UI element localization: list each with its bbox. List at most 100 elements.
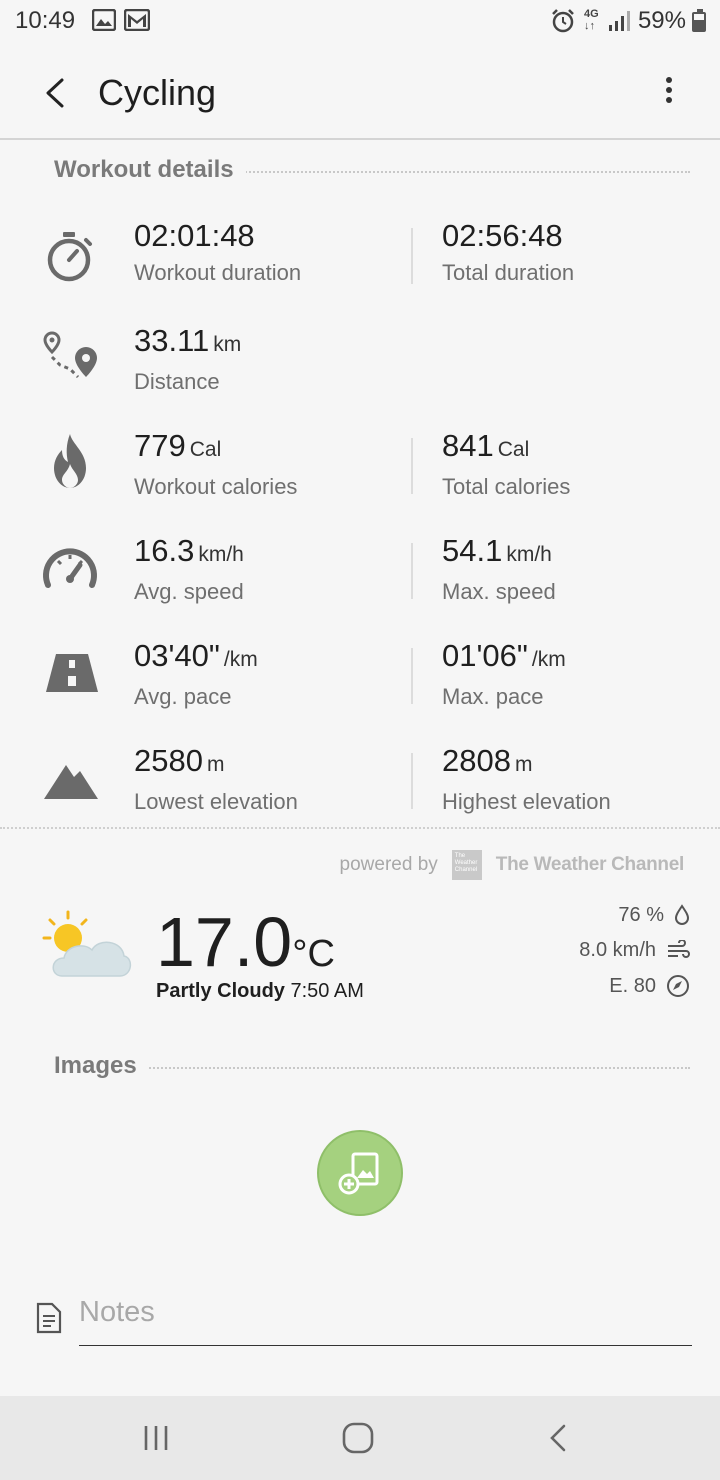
wind-direction: E. 80 — [609, 971, 690, 1001]
metric-unit: m — [206, 753, 225, 776]
back-arrow-icon — [46, 78, 64, 108]
wind-icon — [668, 940, 690, 958]
weather-provider-name: The Weather Channel — [495, 854, 685, 875]
add-image-button[interactable] — [317, 1130, 403, 1216]
speedometer-icon — [43, 548, 97, 588]
metric-value: 01'06" — [442, 638, 528, 673]
metric-label: Max. pace — [442, 684, 544, 709]
metric-row-elevation: 2580 m Lowest elevation 2808 m Highest ele… — [0, 741, 720, 831]
recent-apps-button[interactable] — [138, 1418, 178, 1458]
metric-value: 02:01:48 — [134, 218, 255, 253]
metric-label: Total calories — [442, 474, 571, 499]
divider — [54, 1067, 690, 1069]
metric-unit: /km — [531, 648, 566, 671]
status-time: 10:49 — [15, 7, 76, 34]
gmail-icon — [123, 8, 151, 36]
weather-time: 7:50 AM — [290, 980, 364, 1002]
home-button[interactable] — [338, 1418, 378, 1458]
divider — [411, 228, 413, 284]
alarm-icon — [550, 8, 576, 39]
divider — [411, 438, 413, 494]
metric-row-pace: 03'40"/km Avg. pace 01'06"/km Max. pace — [0, 636, 720, 726]
max-speed: 54.1 km/h Max. speed — [442, 531, 556, 607]
metric-unit: Cal — [189, 438, 222, 461]
metric-value: 2808 — [442, 743, 511, 778]
notes-icon — [36, 1302, 62, 1334]
max-pace: 01'06"/km Max. pace — [442, 636, 566, 712]
metric-value: 16.3 — [134, 533, 195, 568]
notes-field[interactable]: Notes — [79, 1294, 692, 1346]
workout-duration: 02:01:48 Workout duration — [134, 216, 301, 288]
signal-icon — [608, 10, 630, 37]
status-bar: 10:49 4G ↓↑ 59% — [0, 0, 720, 44]
more-options-button[interactable] — [660, 74, 678, 110]
workout-details-header: Workout details — [54, 156, 690, 186]
system-back-button[interactable] — [540, 1418, 580, 1458]
temperature-value: 17.0 — [156, 903, 293, 981]
wind-speed-value: 8.0 km/h — [579, 938, 656, 961]
metric-label: Distance — [134, 369, 220, 394]
metric-value: 841 — [442, 428, 494, 463]
section-title: Workout details — [54, 156, 246, 184]
metric-label: Workout calories — [134, 474, 298, 499]
weather-attribution: powered by The Weather Channel The Weather… — [340, 848, 684, 882]
metric-label: Total duration — [442, 260, 575, 285]
divider — [411, 543, 413, 599]
weather-channel-logo: The Weather Channel — [451, 850, 482, 880]
divider — [411, 648, 413, 704]
compass-icon — [667, 975, 689, 997]
network-4g-icon: 4G ↓↑ — [584, 8, 599, 32]
back-button[interactable] — [30, 68, 80, 118]
metric-row-distance: 33.11 km Distance — [0, 321, 720, 411]
metric-unit: km/h — [506, 543, 552, 566]
metric-label: Avg. speed — [134, 579, 244, 604]
app-bar: Cycling — [0, 44, 720, 140]
add-image-icon — [338, 1152, 379, 1195]
metric-label: Highest elevation — [442, 789, 611, 814]
avg-speed: 16.3 km/h Avg. speed — [134, 531, 244, 607]
wind-speed: 8.0 km/h — [579, 935, 690, 965]
flame-icon — [54, 434, 86, 488]
metric-row-speed: 16.3 km/h Avg. speed 54.1 km/h Max. speed — [0, 531, 720, 621]
images-header: Images — [54, 1052, 690, 1082]
distance: 33.11 km Distance — [134, 321, 241, 397]
divider — [411, 753, 413, 809]
metric-unit: km — [213, 333, 242, 356]
powered-by-label: powered by — [339, 854, 438, 875]
back-icon — [550, 1424, 566, 1452]
section-divider — [0, 827, 720, 829]
route-icon — [43, 331, 97, 379]
page-title: Cycling — [98, 72, 217, 113]
humidity: 76 % — [618, 900, 690, 930]
weather-description: Partly Cloudy 7:50 AM — [156, 980, 364, 1003]
partly-cloudy-icon — [42, 910, 132, 977]
metric-unit: /km — [223, 648, 258, 671]
total-duration: 02:56:48 Total duration — [442, 216, 574, 288]
stopwatch-icon — [47, 232, 92, 282]
metric-row-calories: 779 Cal Workout calories 841 Cal Total cal… — [0, 426, 720, 516]
metric-value: 54.1 — [442, 533, 503, 568]
highest-elevation: 2808 m Highest elevation — [442, 741, 611, 817]
home-icon — [342, 1422, 374, 1454]
road-icon — [46, 654, 98, 692]
total-calories: 841 Cal Total calories — [442, 426, 570, 502]
metric-label: Max. speed — [442, 579, 556, 604]
metric-value: 03'40" — [134, 638, 220, 673]
metric-unit: Cal — [497, 438, 530, 461]
metric-row-duration: 02:01:48 Workout duration 02:56:48 Total… — [0, 216, 720, 306]
network-type: 4G — [584, 8, 599, 20]
metric-label: Lowest elevation — [134, 789, 298, 814]
system-nav-bar — [0, 1396, 720, 1480]
metric-unit: km/h — [198, 543, 244, 566]
metric-value: 2580 — [134, 743, 203, 778]
image-icon — [91, 8, 117, 36]
metric-value: 02:56:48 — [442, 218, 563, 253]
metric-value: 33.11 — [134, 323, 210, 358]
humidity-value: 76 % — [618, 903, 664, 926]
section-title: Images — [54, 1052, 149, 1080]
wind-direction-value: E. 80 — [609, 974, 656, 997]
metric-label: Workout duration — [134, 260, 302, 285]
mountain-icon — [44, 765, 98, 799]
weather-condition: Partly Cloudy — [156, 980, 285, 1002]
battery-icon — [692, 9, 706, 32]
